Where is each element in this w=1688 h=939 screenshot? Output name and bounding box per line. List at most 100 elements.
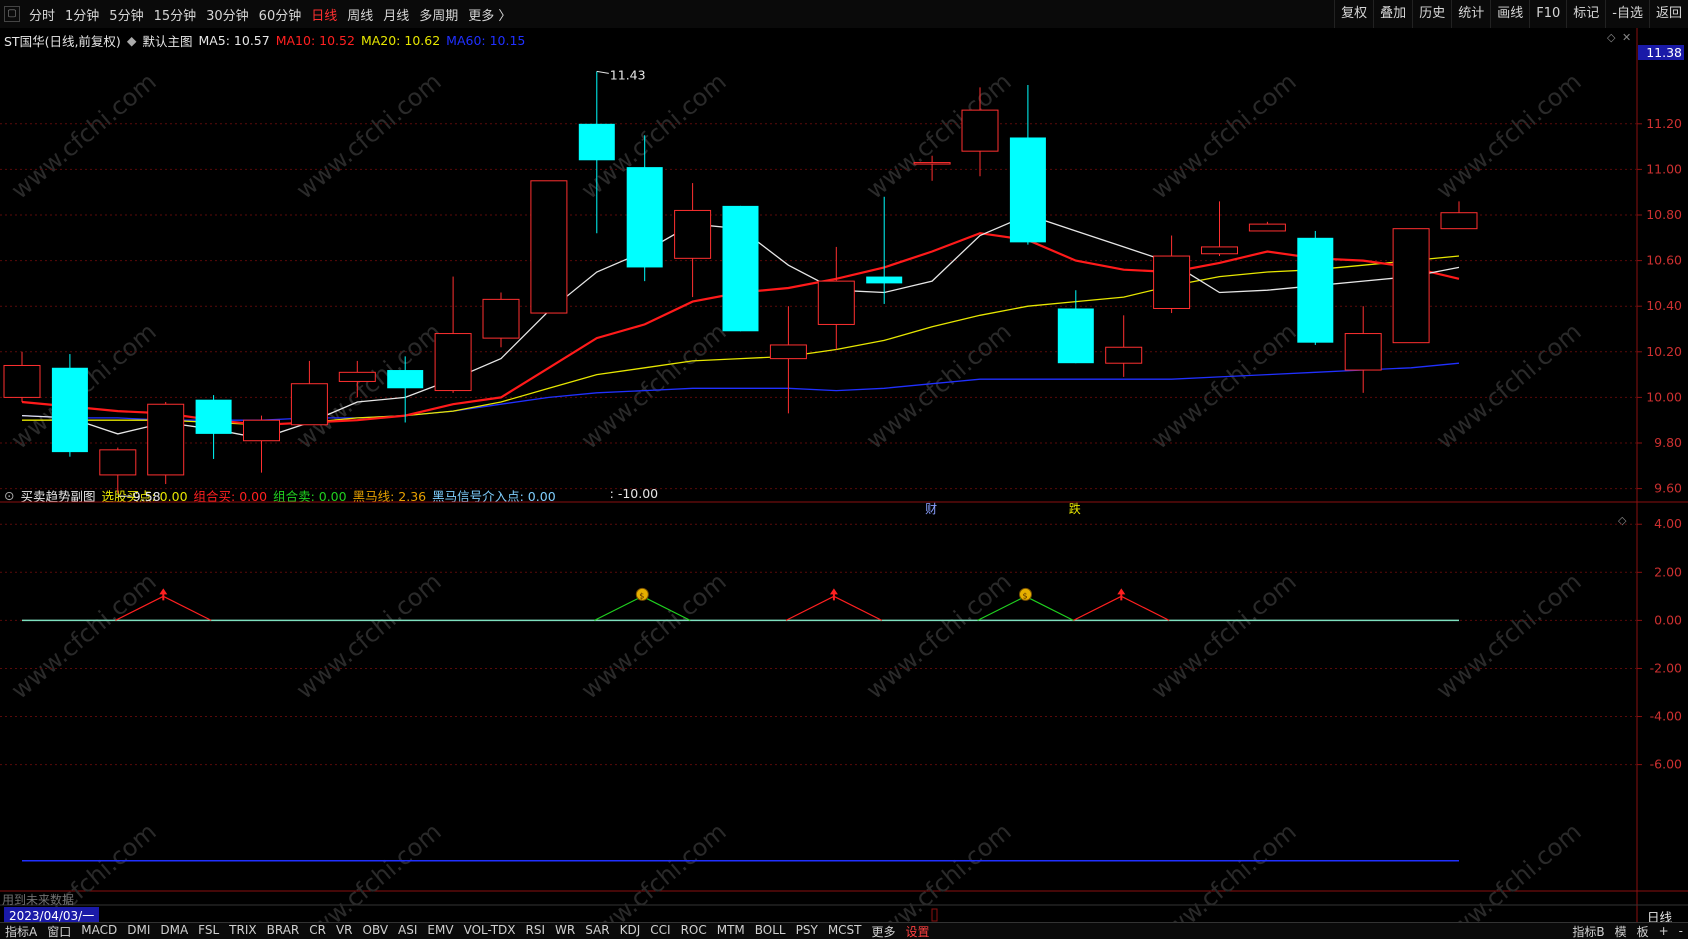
high-pointer <box>597 71 609 73</box>
indicator-side-button[interactable]: 指标B <box>1567 923 1609 939</box>
candle-body-up[interactable] <box>770 345 806 359</box>
candle-body-up[interactable] <box>148 404 184 475</box>
indicator-tab[interactable]: PSY <box>791 923 823 939</box>
candle-body-down[interactable] <box>1297 238 1333 343</box>
candle-body-down[interactable] <box>866 277 902 284</box>
main-panel-top <box>0 28 1688 34</box>
watermark-text: www.cfchi.com <box>861 567 1017 704</box>
indicator-tab[interactable]: FSL <box>193 923 224 939</box>
expand-icon[interactable]: ◇ <box>1607 31 1616 44</box>
candle-body-up[interactable] <box>1345 334 1381 370</box>
indicator-tab[interactable]: TRIX <box>224 923 261 939</box>
candle-body-up[interactable] <box>531 181 567 313</box>
watermark-text: www.cfchi.com <box>1146 567 1302 704</box>
candle-body-down[interactable] <box>387 370 423 388</box>
candle-body-up[interactable] <box>962 110 998 151</box>
indicator-tab[interactable]: 设置 <box>901 923 935 939</box>
sub-axis-label: -4.00 <box>1650 709 1682 724</box>
candle-body-up[interactable] <box>1393 229 1429 343</box>
current-price-value: 11.38 <box>1646 45 1682 60</box>
indicator-side-button[interactable]: 板 <box>1632 923 1654 939</box>
candle-body-up[interactable] <box>675 210 711 258</box>
candle-body-up[interactable] <box>914 163 950 165</box>
sub-axis-label: 4.00 <box>1654 516 1682 531</box>
indicator-tab[interactable]: ROC <box>676 923 712 939</box>
indicator-tab[interactable]: DMI <box>122 923 155 939</box>
watermark-text: www.cfchi.com <box>6 567 162 704</box>
indicator-tab[interactable]: CR <box>304 923 331 939</box>
sub-axis-label: -6.00 <box>1650 757 1682 772</box>
candle-body-down[interactable] <box>627 167 663 267</box>
candle-body-up[interactable] <box>4 365 40 397</box>
indicator-tabs-right: 指标B模板+- <box>1567 923 1688 939</box>
indicator-tab[interactable]: BRAR <box>262 923 305 939</box>
indicator-tab[interactable]: 窗口 <box>42 923 76 939</box>
low-price-label: 9.58 <box>133 489 161 504</box>
indicator-tab[interactable]: ASI <box>393 923 422 939</box>
indicator-tab[interactable]: DMA <box>155 923 193 939</box>
indicator-side-button[interactable]: 模 <box>1610 923 1632 939</box>
price-axis-label: 10.00 <box>1646 389 1682 404</box>
price-axis-label: 10.80 <box>1646 207 1682 222</box>
indicator-tab[interactable]: 指标A <box>0 923 42 939</box>
price-axis-label: 9.80 <box>1654 435 1682 450</box>
watermark-text: www.cfchi.com <box>1146 317 1302 454</box>
money-bag-symbol: $ <box>1023 591 1028 600</box>
indicator-tabs-bar: 指标A窗口MACDDMIDMAFSLTRIXBRARCRVROBVASIEMVV… <box>0 922 1688 939</box>
buy-arrow-icon[interactable] <box>1117 588 1125 600</box>
indicator-side-button[interactable]: - <box>1674 924 1688 938</box>
candle-body-down[interactable] <box>196 400 232 434</box>
candle-body-down[interactable] <box>1010 137 1046 242</box>
candle-body-down[interactable] <box>579 124 615 160</box>
indicator-tab[interactable]: MACD <box>76 923 122 939</box>
indicator-side-button[interactable]: + <box>1654 924 1674 938</box>
indicator-tab[interactable]: BOLL <box>750 923 791 939</box>
candle-body-up[interactable] <box>1441 213 1477 229</box>
price-axis-label: 10.40 <box>1646 298 1682 313</box>
indicator-tab[interactable]: RSI <box>521 923 551 939</box>
candle-body-up[interactable] <box>244 420 280 441</box>
indicator-tab[interactable]: MTM <box>712 923 750 939</box>
indicator-tab[interactable]: EMV <box>422 923 458 939</box>
money-bag-symbol: $ <box>639 591 644 600</box>
watermark-text: www.cfchi.com <box>861 317 1017 454</box>
candle-body-up[interactable] <box>1202 247 1238 254</box>
indicator-tab[interactable]: SAR <box>580 923 614 939</box>
candle-body-up[interactable] <box>435 334 471 391</box>
sub-axis-label: -2.00 <box>1650 660 1682 675</box>
watermark-text: www.cfchi.com <box>1431 67 1587 204</box>
candle-body-up[interactable] <box>1154 256 1190 308</box>
candle-body-up[interactable] <box>100 450 136 475</box>
indicator-tab[interactable]: WR <box>550 923 580 939</box>
close-panel-icon[interactable]: ✕ <box>1622 31 1631 44</box>
indicator-tab[interactable]: CCI <box>645 923 675 939</box>
indicator-tab[interactable]: VOL-TDX <box>459 923 521 939</box>
price-axis-label: 9.60 <box>1654 481 1682 496</box>
candle-body-up[interactable] <box>339 372 375 381</box>
candle-body-up[interactable] <box>483 299 519 338</box>
price-axis-label: 10.20 <box>1646 344 1682 359</box>
stock-chart[interactable]: www.cfchi.com www.cfchi.com www.cfchi.com w… <box>0 0 1688 938</box>
watermark-text: www.cfchi.com <box>1146 67 1302 204</box>
indicator-tabs: 指标A窗口MACDDMIDMAFSLTRIXBRARCRVROBVASIEMVV… <box>0 923 935 939</box>
candle-body-up[interactable] <box>1249 224 1285 231</box>
price-axis-label: 10.60 <box>1646 253 1682 268</box>
event-marker[interactable]: 财 <box>925 502 937 516</box>
candle-body-up[interactable] <box>1106 347 1142 363</box>
price-axis-label: 11.20 <box>1646 116 1682 131</box>
candle-body-up[interactable] <box>818 281 854 324</box>
event-marker[interactable]: 跌 <box>1069 501 1081 516</box>
sub-expand-icon[interactable]: ◇ <box>1618 514 1627 527</box>
indicator-tab[interactable]: MCST <box>823 923 867 939</box>
candle-body-down[interactable] <box>52 368 88 452</box>
watermark-text: www.cfchi.com <box>6 67 162 204</box>
buy-arrow-icon[interactable] <box>159 588 167 600</box>
indicator-tab[interactable]: KDJ <box>615 923 646 939</box>
indicator-tab[interactable]: OBV <box>358 923 394 939</box>
candle-body-up[interactable] <box>291 384 327 425</box>
indicator-tab[interactable]: VR <box>331 923 358 939</box>
candle-body-down[interactable] <box>1058 308 1094 363</box>
buy-arrow-icon[interactable] <box>830 588 838 600</box>
candle-body-down[interactable] <box>723 206 759 331</box>
indicator-tab[interactable]: 更多 <box>867 923 901 939</box>
